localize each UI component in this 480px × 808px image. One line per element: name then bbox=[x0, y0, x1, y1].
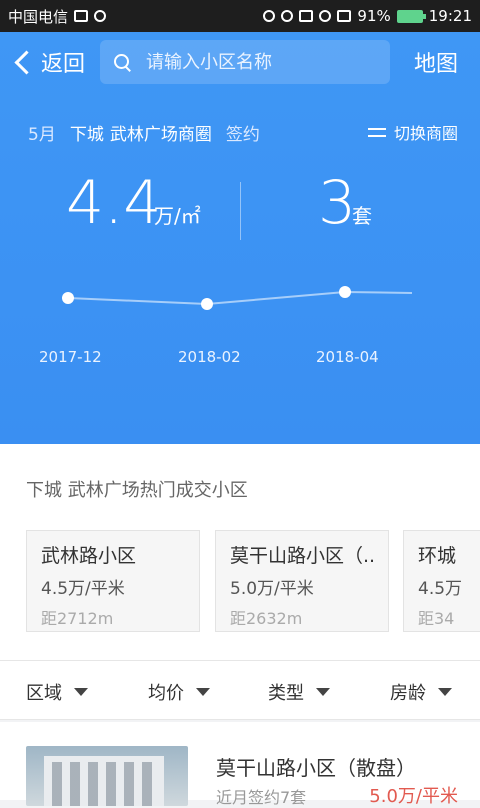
back-chevron-icon bbox=[14, 49, 39, 75]
clock: 19:21 bbox=[428, 7, 472, 25]
card-price: 5.0万/平米 bbox=[230, 579, 314, 599]
battery-icon bbox=[396, 9, 426, 23]
community-photo[interactable] bbox=[26, 746, 188, 806]
back-label: 返回 bbox=[41, 52, 86, 77]
trend-point bbox=[62, 292, 74, 304]
avg-price-unit: 万/㎡ bbox=[154, 204, 201, 228]
battery-percent: 91% bbox=[357, 7, 391, 25]
filter-label: 均价 bbox=[148, 683, 184, 704]
month-label: 5月 bbox=[28, 125, 56, 145]
trend-point bbox=[201, 298, 213, 310]
filter-bar: 区域 均价 类型 房龄 bbox=[0, 660, 480, 720]
signal-icon bbox=[337, 10, 352, 22]
listing-price: 5.0万/平米 bbox=[369, 786, 458, 807]
market-hero: 返回 地图 5月 下城 武林广场商圈 签约 切换商圈 4.4 万/㎡ 3 套 2… bbox=[0, 32, 480, 444]
deal-count-value: 3 bbox=[318, 168, 357, 238]
briefcase-icon bbox=[74, 10, 89, 22]
card-name: 环城 bbox=[418, 545, 457, 567]
filter-region[interactable]: 区域 bbox=[26, 679, 88, 705]
card-name: 武林路小区 bbox=[41, 545, 137, 567]
filter-type[interactable]: 类型 bbox=[268, 679, 330, 705]
switch-area-button[interactable]: 切换商圈 bbox=[367, 120, 458, 144]
search-input[interactable] bbox=[144, 50, 378, 74]
filter-label: 区域 bbox=[26, 683, 62, 704]
dropdown-arrow-icon bbox=[316, 688, 330, 696]
market-filter-line: 5月 下城 武林广场商圈 签约 bbox=[28, 120, 260, 145]
community-card[interactable]: 环城 4.5万 距34 bbox=[403, 530, 480, 632]
dropdown-arrow-icon bbox=[438, 688, 452, 696]
filter-age[interactable]: 房龄 bbox=[390, 679, 452, 705]
dropdown-arrow-icon bbox=[74, 688, 88, 696]
trend-date-label: 2018-02 bbox=[178, 348, 241, 366]
status-bar: 中国电信 91% 19:21 bbox=[0, 0, 480, 32]
hot-communities-section: 下城 武林广场热门成交小区 武林路小区 4.5万/平米 距2712m 莫干山路小… bbox=[0, 444, 480, 660]
card-distance: 距2712m bbox=[41, 609, 114, 628]
trend-line bbox=[67, 290, 413, 306]
top-bar: 返回 地图 bbox=[0, 32, 480, 88]
alarm-icon bbox=[319, 10, 332, 22]
price-trend-chart bbox=[62, 286, 413, 310]
community-card[interactable]: 武林路小区 4.5万/平米 距2712m bbox=[26, 530, 200, 632]
stats-divider bbox=[240, 182, 241, 240]
filter-label: 类型 bbox=[268, 683, 304, 704]
community-list-item[interactable]: 莫干山路小区（散盘） 近月签约7套 5.0万/平米 bbox=[0, 722, 480, 807]
search-box[interactable] bbox=[100, 40, 390, 84]
trend-date-label: 2018-04 bbox=[316, 348, 379, 366]
location-icon bbox=[281, 10, 294, 22]
card-price: 4.5万/平米 bbox=[41, 579, 125, 599]
deal-count-unit: 套 bbox=[352, 204, 372, 228]
card-distance: 距34 bbox=[418, 609, 455, 628]
dropdown-arrow-icon bbox=[196, 688, 210, 696]
card-price: 4.5万 bbox=[418, 579, 463, 599]
trend-date-label: 2017-12 bbox=[39, 348, 102, 366]
listing-title[interactable]: 莫干山路小区（散盘） bbox=[216, 752, 416, 781]
area-label: 武林广场商圈 bbox=[109, 125, 212, 145]
search-icon bbox=[114, 54, 130, 70]
district-label: 下城 bbox=[69, 125, 104, 145]
listing-subtitle: 近月签约7套 bbox=[216, 788, 307, 807]
cloud-icon bbox=[94, 10, 107, 22]
back-button[interactable]: 返回 bbox=[12, 46, 85, 78]
section-title: 下城 武林广场热门成交小区 bbox=[26, 480, 248, 501]
trend-point bbox=[339, 286, 351, 298]
type-label: 签约 bbox=[225, 125, 260, 145]
filter-label: 房龄 bbox=[390, 683, 426, 704]
vibrate-icon bbox=[299, 10, 314, 22]
swap-icon bbox=[367, 125, 386, 139]
community-card[interactable]: 莫干山路小区（... 5.0万/平米 距2632m bbox=[215, 530, 389, 632]
card-distance: 距2632m bbox=[230, 609, 303, 628]
hotspot-icon bbox=[263, 10, 276, 22]
avg-price-value: 4.4 bbox=[66, 168, 162, 238]
switch-area-label: 切换商圈 bbox=[393, 124, 458, 143]
map-button[interactable]: 地图 bbox=[414, 46, 458, 78]
filter-avg-price[interactable]: 均价 bbox=[148, 679, 210, 705]
card-name: 莫干山路小区（... bbox=[230, 545, 374, 567]
carrier-label: 中国电信 bbox=[8, 7, 69, 26]
